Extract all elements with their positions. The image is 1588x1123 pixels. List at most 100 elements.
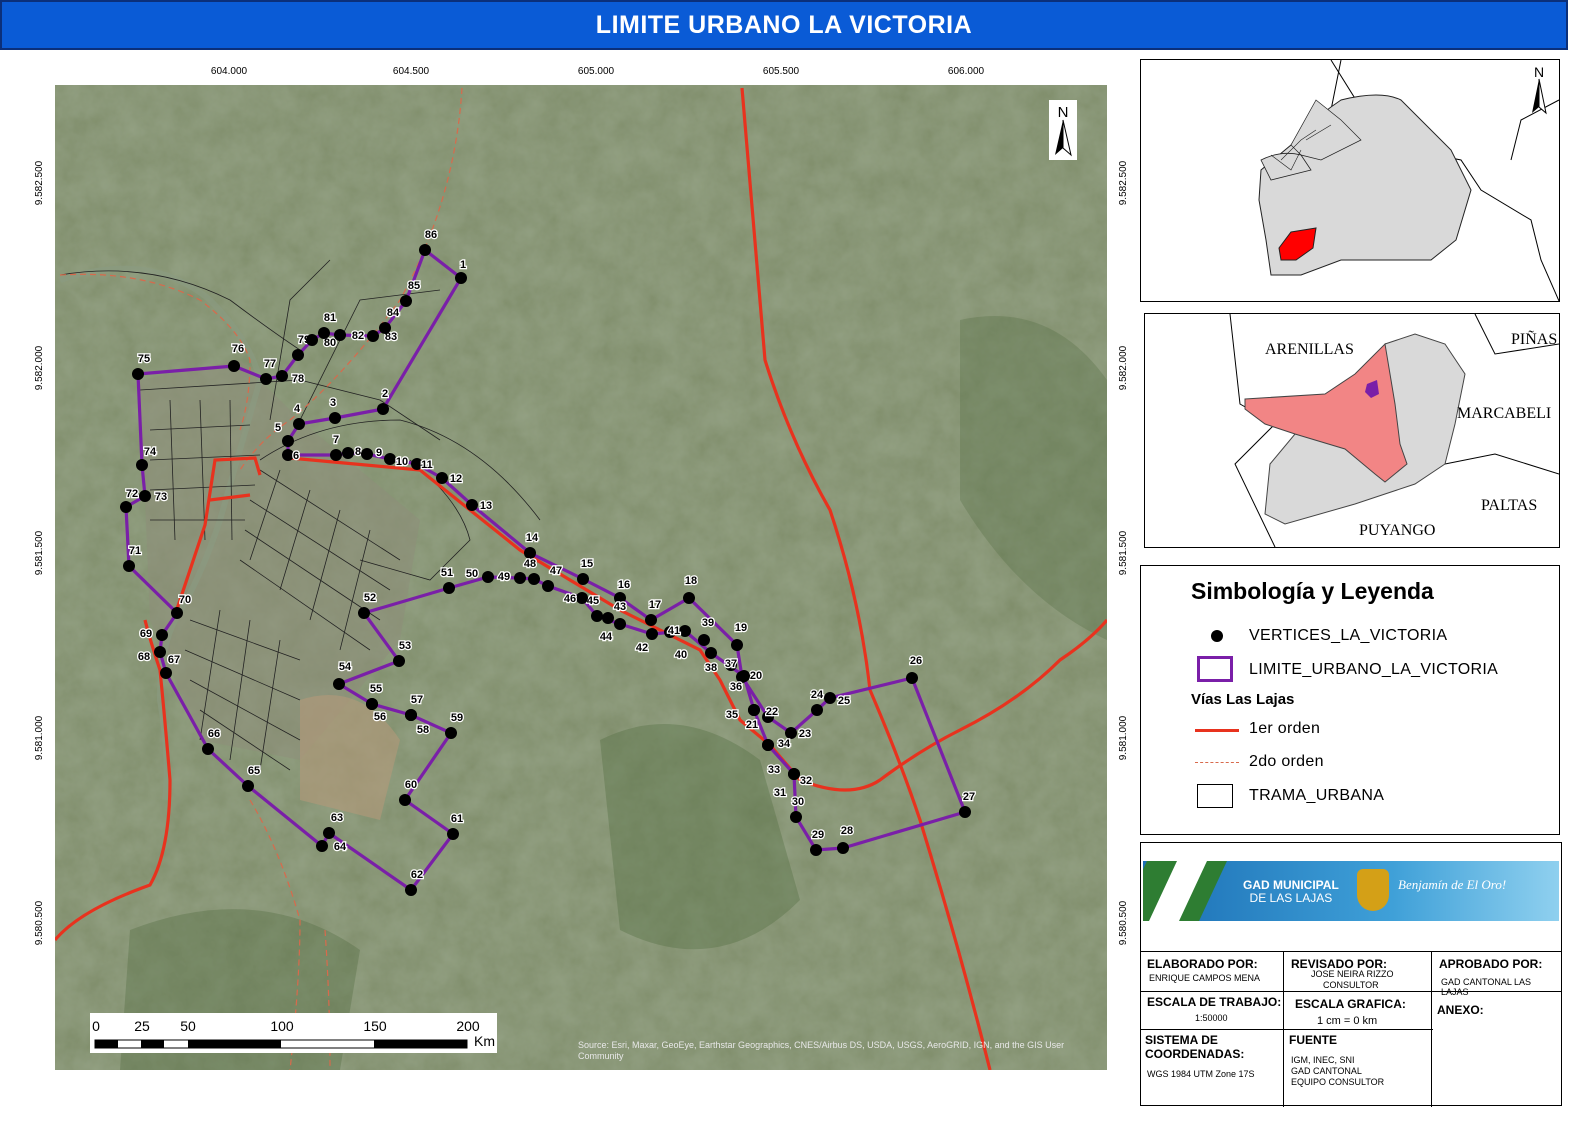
vertex-point[interactable] — [748, 704, 760, 716]
vertex-point[interactable] — [139, 490, 151, 502]
scale-bar: 0 25 50 100 150 200 Km — [90, 1013, 497, 1053]
vertex-point[interactable] — [329, 412, 341, 424]
vertex-point[interactable] — [400, 295, 412, 307]
vertex-point[interactable] — [959, 806, 971, 818]
grid-y-label-left: 9.581.500 — [34, 530, 45, 575]
vertex-point[interactable] — [762, 739, 774, 751]
vertex-point[interactable] — [260, 373, 272, 385]
vertex-point[interactable] — [120, 501, 132, 513]
vertex-label: 1 — [460, 259, 466, 271]
vertex-point[interactable] — [160, 667, 172, 679]
vertex-point[interactable] — [542, 580, 554, 592]
vertex-point[interactable] — [330, 449, 342, 461]
vertex-point[interactable] — [342, 447, 354, 459]
vertex-point[interactable] — [405, 884, 417, 896]
vertex-point[interactable] — [455, 272, 467, 284]
vertex-point[interactable] — [123, 560, 135, 572]
vertex-point[interactable] — [645, 614, 657, 626]
locator-map-canton: ARENILLAS PIÑAS MARCABELI PALTAS PUYANGO — [1144, 313, 1560, 548]
vertex-point[interactable] — [136, 459, 148, 471]
vertex-point[interactable] — [447, 828, 459, 840]
vertex-point[interactable] — [528, 573, 540, 585]
vertex-point[interactable] — [358, 607, 370, 619]
vertex-point[interactable] — [156, 629, 168, 641]
vertex-label: 48 — [524, 558, 536, 570]
vertex-point[interactable] — [679, 625, 691, 637]
vertex-label: 10 — [396, 456, 408, 468]
vertex-label: 74 — [144, 446, 157, 458]
vertex-point[interactable] — [334, 329, 346, 341]
vertex-label: 71 — [129, 545, 141, 557]
vertex-point[interactable] — [292, 349, 304, 361]
vertex-label: 54 — [339, 661, 352, 673]
legend-urban: TRAMA_URBANA — [1249, 787, 1385, 804]
vertex-label: 58 — [417, 724, 429, 736]
vertex-point[interactable] — [810, 844, 822, 856]
vertex-point[interactable] — [731, 639, 743, 651]
revisado-value-2: CONSULTOR — [1323, 980, 1379, 990]
sistema-label-2: COORDENADAS: — [1145, 1047, 1245, 1061]
vertex-point[interactable] — [379, 322, 391, 334]
vertex-point[interactable] — [366, 698, 378, 710]
vertex-point[interactable] — [591, 610, 603, 622]
vertex-point[interactable] — [788, 768, 800, 780]
revisado-value-1: JOSE NEIRA RIZZO — [1311, 969, 1394, 979]
grid-y-label-left: 9.581.000 — [34, 715, 45, 760]
vertex-point[interactable] — [419, 244, 431, 256]
vertex-label: 78 — [292, 373, 304, 385]
vertex-point[interactable] — [306, 334, 318, 346]
vertex-point[interactable] — [614, 618, 626, 630]
vertex-point[interactable] — [154, 646, 166, 658]
legend-road1: 1er orden — [1249, 720, 1321, 737]
vertex-label: 29 — [812, 829, 824, 841]
vertex-label: 4 — [294, 403, 301, 415]
vertex-point[interactable] — [316, 840, 328, 852]
vertex-point[interactable] — [242, 780, 254, 792]
vertex-point[interactable] — [577, 573, 589, 585]
vertex-point[interactable] — [790, 811, 802, 823]
vertex-point[interactable] — [202, 743, 214, 755]
vertex-point[interactable] — [171, 607, 183, 619]
vertex-point[interactable] — [811, 704, 823, 716]
vertex-point[interactable] — [293, 418, 305, 430]
vertex-point[interactable] — [436, 472, 448, 484]
vertex-point[interactable] — [482, 571, 494, 583]
vertex-point[interactable] — [361, 448, 373, 460]
vertex-point[interactable] — [443, 582, 455, 594]
vertex-point[interactable] — [318, 327, 330, 339]
vertex-point[interactable] — [705, 647, 717, 659]
vertex-point[interactable] — [228, 360, 240, 372]
main-map[interactable]: 12345678 910 1112131415161718192021222324 2… — [0, 52, 1134, 1112]
vertex-point[interactable] — [698, 634, 710, 646]
vertex-point[interactable] — [377, 403, 389, 415]
vertex-point[interactable] — [323, 827, 335, 839]
region-paltas: PALTAS — [1481, 497, 1537, 514]
grid-y-label-right: 9.581.000 — [1118, 715, 1129, 760]
vertex-point[interactable] — [683, 592, 695, 604]
vertex-point[interactable] — [514, 572, 526, 584]
vertex-point[interactable] — [405, 709, 417, 721]
vertex-point[interactable] — [333, 678, 345, 690]
vertex-point[interactable] — [367, 330, 379, 342]
vertex-point[interactable] — [906, 672, 918, 684]
vertex-point[interactable] — [399, 794, 411, 806]
vertex-point[interactable] — [276, 370, 288, 382]
vertex-point[interactable] — [602, 612, 614, 624]
vertex-point[interactable] — [132, 368, 144, 380]
vertex-point[interactable] — [646, 628, 658, 640]
vertex-point[interactable] — [282, 435, 294, 447]
vertex-label: 40 — [675, 649, 687, 661]
vertex-point[interactable] — [445, 727, 457, 739]
boundary-symbol — [1197, 656, 1233, 682]
vertex-point[interactable] — [466, 499, 478, 511]
grid-x-label: 604.000 — [211, 66, 248, 77]
vertex-point[interactable] — [576, 592, 588, 604]
vertex-label: 85 — [408, 280, 420, 292]
vertex-label: 17 — [649, 599, 661, 611]
vertex-point[interactable] — [824, 692, 836, 704]
vertex-point[interactable] — [384, 453, 396, 465]
vertex-point[interactable] — [837, 842, 849, 854]
locator-province-svg: N — [1258, 59, 1560, 302]
vertex-point[interactable] — [393, 655, 405, 667]
legend-title: Simbología y Leyenda — [1191, 578, 1434, 604]
